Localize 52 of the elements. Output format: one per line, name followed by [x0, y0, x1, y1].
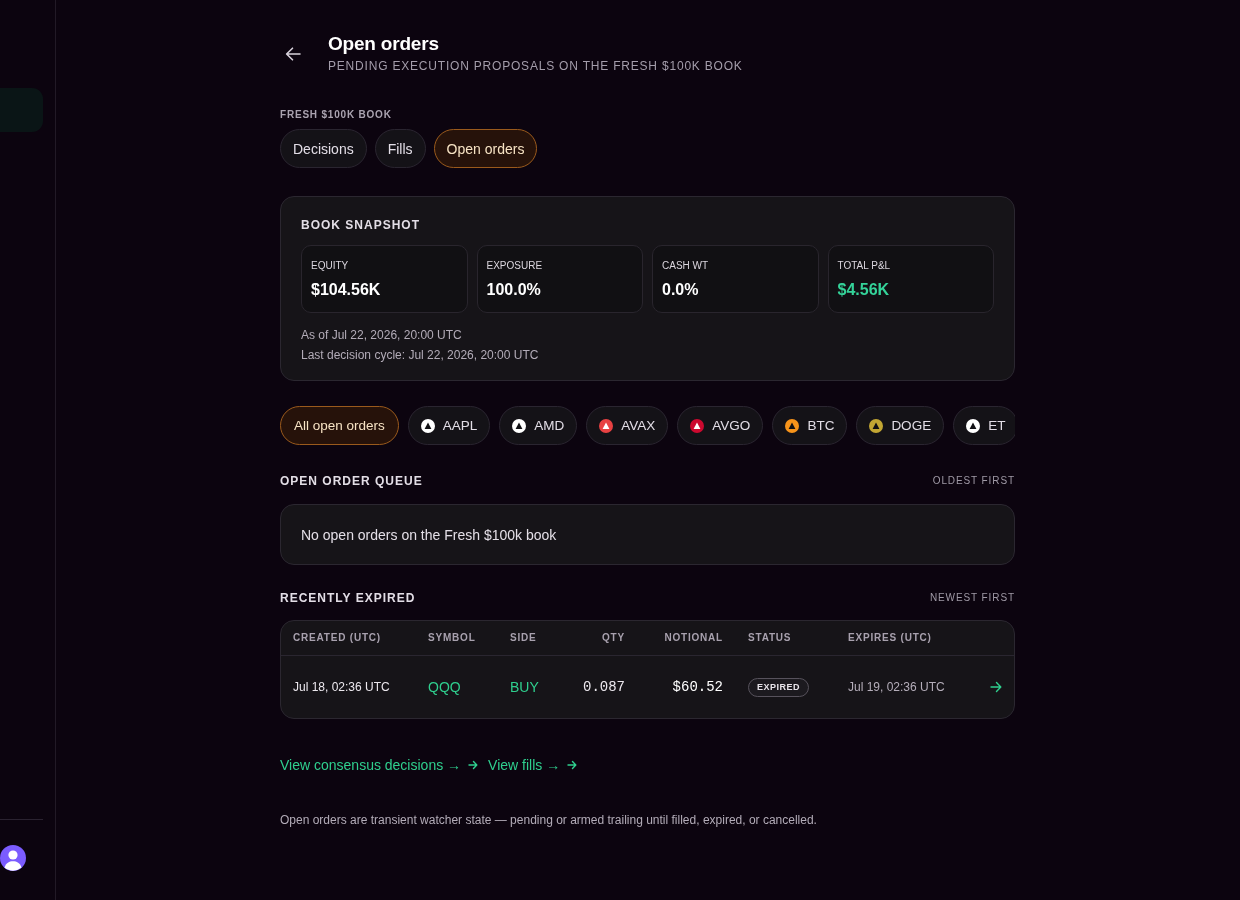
avatar-icon[interactable]: [0, 845, 26, 871]
table-header-cell-text: STATUS: [747, 632, 793, 644]
timestamp-text: As of Jul 22, 2026, 20:00 UTC: [301, 327, 463, 344]
table-cell-text: Jul 18, 02:36 UTC: [293, 679, 391, 695]
table-cell-text: 0.087: [582, 679, 625, 695]
filter-chip[interactable]: BTC: [772, 406, 848, 445]
table-cell-text: $60.52: [671, 679, 723, 695]
tab[interactable]: Open orders: [433, 129, 538, 168]
text-link[interactable]: View consensus decisions →: [280, 756, 462, 774]
metric-label: EXPOSURE: [486, 260, 544, 272]
table-header-cell-text: SIDE: [510, 632, 538, 644]
metric-label: EQUITY: [311, 260, 350, 272]
table-header-cell-text: CREATED (UTC): [293, 632, 382, 644]
side-cell-text: BUY: [510, 679, 540, 695]
footnote-text: Open orders are transient watcher state — pending or armed trailing until filled, expired, or cancelled.: [280, 812, 818, 828]
filter-chip[interactable]: All open orders: [280, 406, 399, 445]
table-header-cell-text: EXPIRES (UTC): [848, 632, 933, 644]
tab[interactable]: Fills: [374, 129, 426, 168]
timestamp-text: Last decision cycle: Jul 22, 2026, 20:00 UTC: [301, 347, 540, 364]
text-link[interactable]: View fills →: [488, 756, 561, 774]
metric-label: TOTAL P&L: [837, 260, 892, 272]
table-header-cell-text: SYMBOL: [428, 632, 477, 644]
right-arrow-icon[interactable]: [567, 760, 578, 770]
card-title: BOOK SNAPSHOT: [301, 217, 421, 233]
page-subtitle: PENDING EXECUTION PROPOSALS ON THE FRESH $100K BOOK: [328, 58, 743, 74]
right-arrow-icon[interactable]: [468, 760, 479, 770]
filter-chip[interactable]: DOGE: [856, 406, 945, 445]
section-title: OPEN ORDER QUEUE: [280, 473, 423, 489]
filter-chip[interactable]: AVAX: [586, 406, 669, 445]
filter-chip[interactable]: AVGO: [677, 406, 764, 445]
metric-value: $104.56K: [311, 280, 382, 300]
filter-chip[interactable]: ET: [953, 406, 1015, 445]
metric-value: 0.0%: [662, 280, 700, 300]
section-title: RECENTLY EXPIRED: [280, 590, 416, 606]
empty-state-text: No open orders on the Fresh $100k book: [301, 525, 557, 544]
tab[interactable]: Decisions: [280, 129, 367, 168]
filter-chip[interactable]: AMD: [499, 406, 578, 445]
sort-label: OLDEST FIRST: [932, 475, 1015, 487]
filter-chip[interactable]: AAPL: [407, 406, 491, 445]
section-label: FRESH $100K BOOK: [280, 109, 393, 121]
left-arrow-icon[interactable]: [285, 46, 301, 62]
metric-value: $4.56K: [837, 280, 891, 300]
metric-label: CASH WT: [662, 260, 710, 272]
metric-value: 100.0%: [486, 280, 542, 300]
page-title: Open orders: [328, 33, 440, 55]
sort-label: NEWEST FIRST: [929, 592, 1015, 604]
status-badge: EXPIRED: [748, 677, 809, 697]
right-arrow-icon[interactable]: [990, 681, 1002, 693]
table-header-cell-text: QTY: [601, 632, 625, 644]
table-cell-text: Jul 19, 02:36 UTC: [848, 679, 946, 695]
table-header-cell-text: NOTIONAL: [663, 632, 723, 644]
symbol-cell[interactable]: QQQ: [428, 679, 510, 695]
